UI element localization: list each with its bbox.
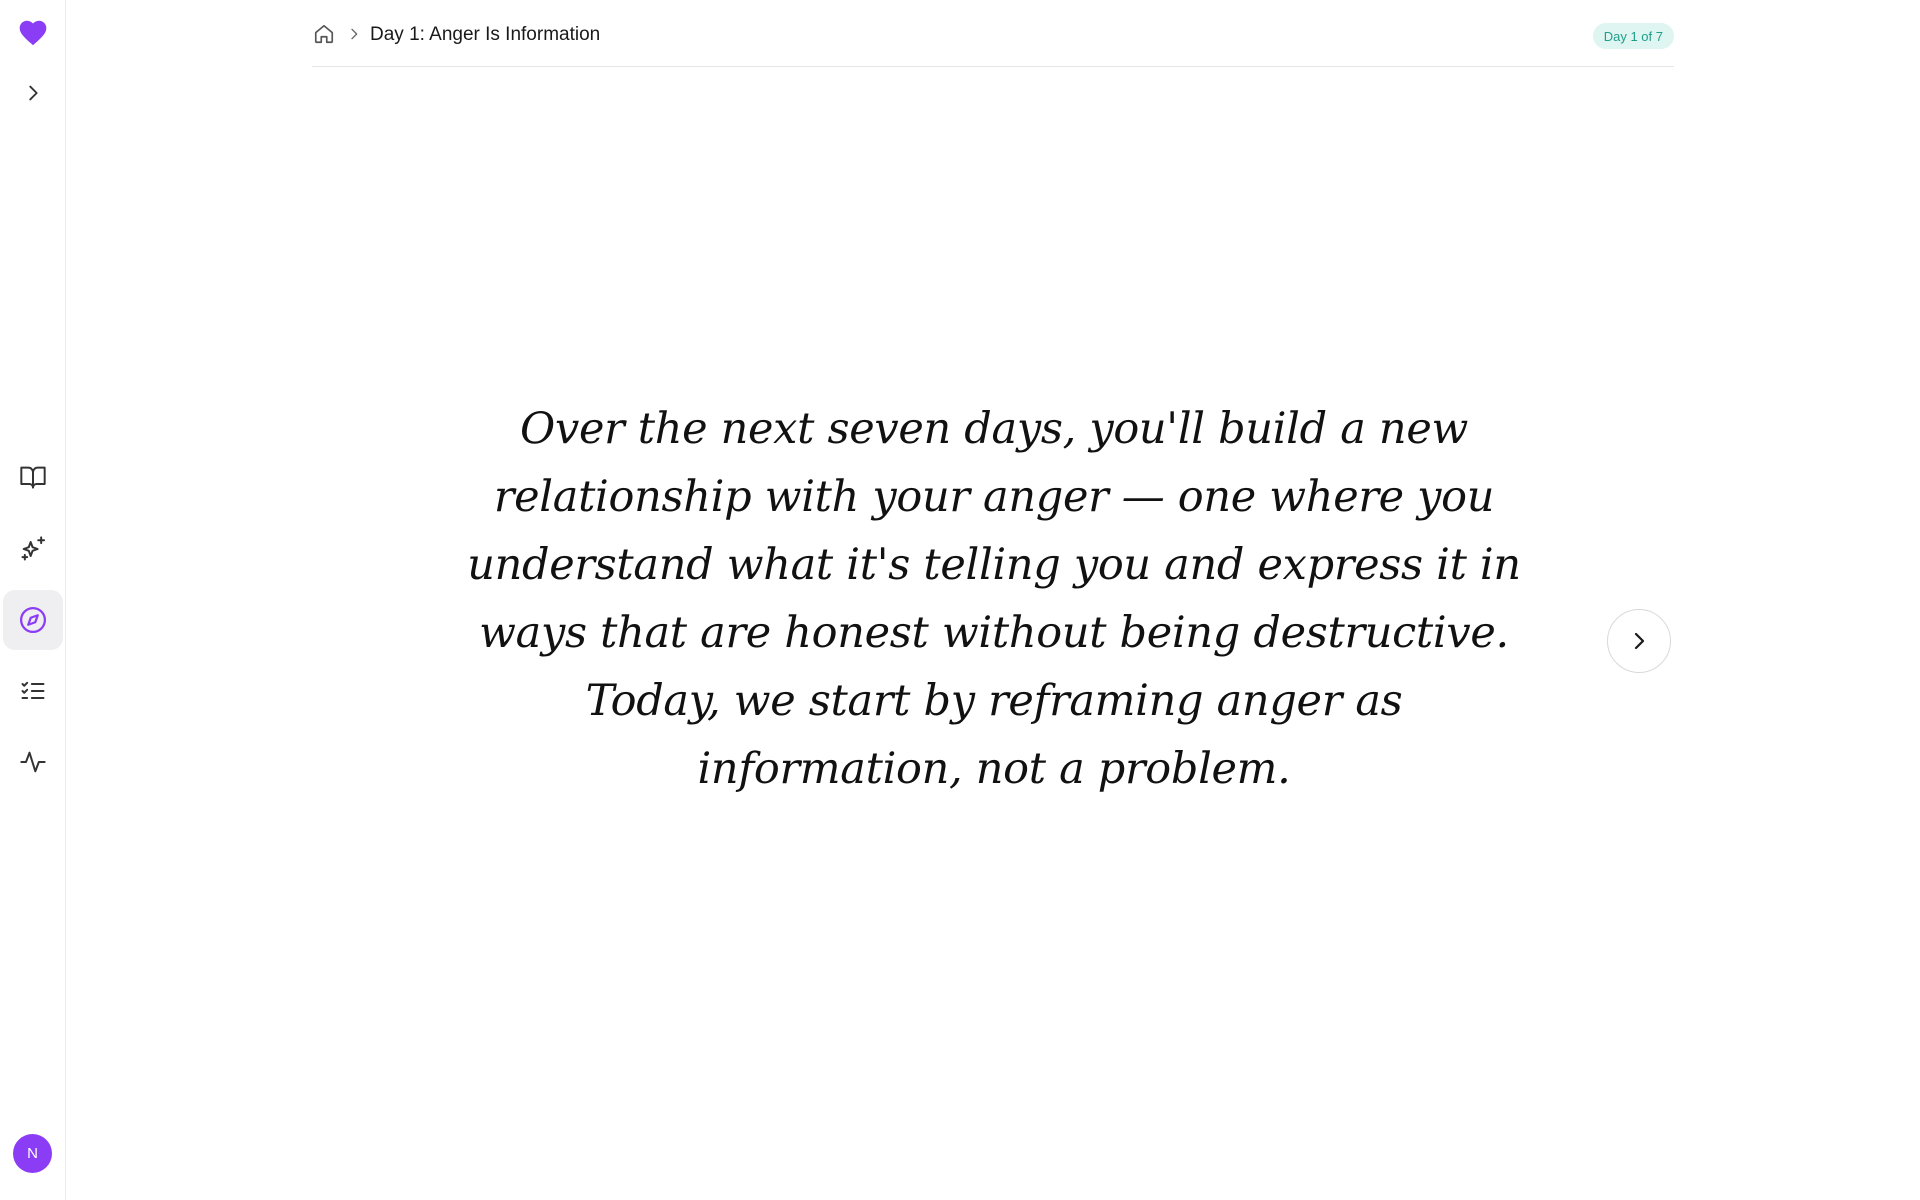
- breadcrumb-current-page: Day 1: Anger Is Information: [370, 24, 601, 45]
- next-slide-button[interactable]: [1607, 609, 1671, 673]
- avatar-initial: N: [27, 1145, 38, 1162]
- sidebar-item-ai[interactable]: [3, 519, 63, 579]
- sidebar-item-activity[interactable]: [3, 732, 63, 792]
- sidebar-item-library[interactable]: [3, 447, 63, 507]
- heart-icon: [19, 20, 47, 46]
- home-icon: [314, 24, 334, 44]
- sidebar-item-explore[interactable]: [3, 590, 63, 650]
- top-bar: Day 1: Anger Is Information Day 1 of 7: [312, 0, 1674, 67]
- lesson-text: Over the next seven days, you'll build a…: [467, 404, 1521, 794]
- sidebar: N: [0, 0, 66, 1200]
- sparkles-icon: [21, 536, 46, 561]
- activity-icon: [20, 751, 46, 773]
- compass-icon: [20, 607, 46, 633]
- user-avatar[interactable]: N: [13, 1134, 52, 1173]
- chevron-right-icon: [351, 28, 358, 40]
- expand-sidebar-button[interactable]: [3, 63, 63, 123]
- sidebar-item-tasks[interactable]: [3, 661, 63, 721]
- breadcrumb-separator: [346, 26, 362, 47]
- app-logo[interactable]: [3, 3, 63, 63]
- chevron-right-icon: [29, 85, 38, 101]
- chevron-right-icon: [1634, 632, 1645, 650]
- list-checks-icon: [21, 681, 45, 699]
- book-open-icon: [20, 466, 46, 489]
- day-progress-badge: Day 1 of 7: [1592, 23, 1674, 49]
- breadcrumb-home-link[interactable]: [312, 22, 336, 46]
